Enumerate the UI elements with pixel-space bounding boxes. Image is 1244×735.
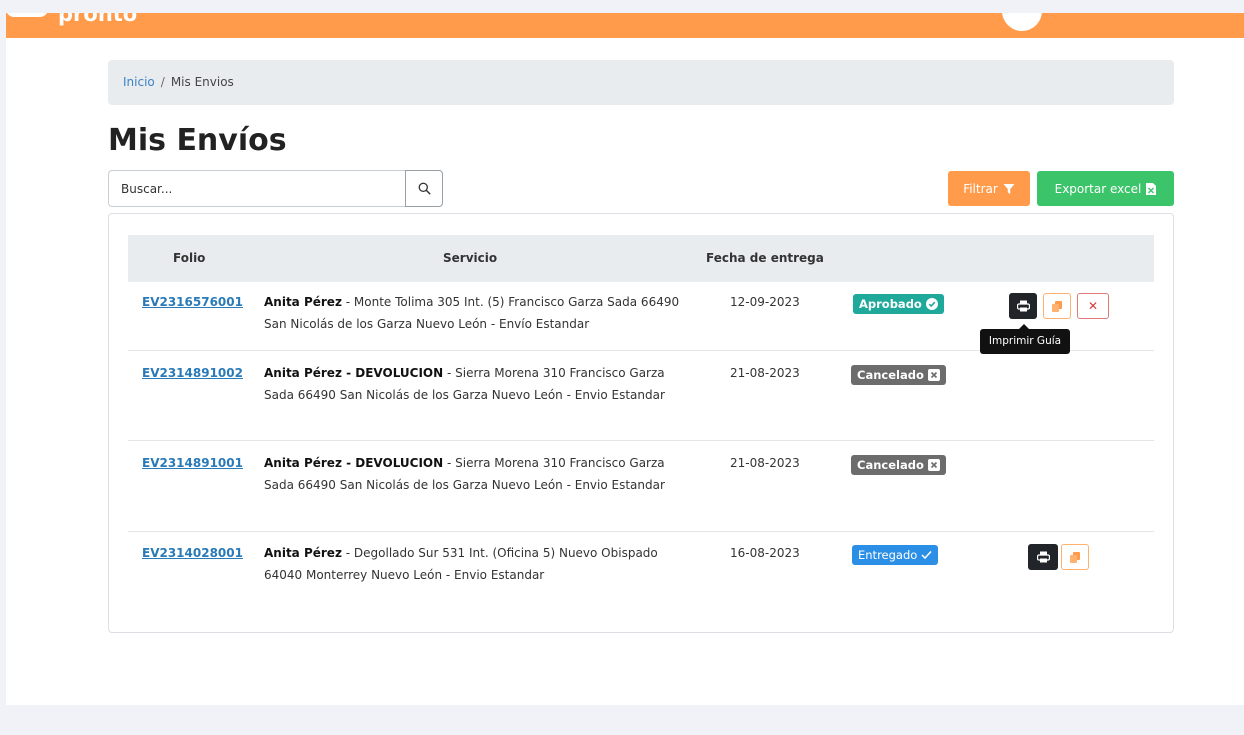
brand-logo[interactable]: pronto bbox=[58, 13, 137, 26]
export-excel-button[interactable]: Exportar excel bbox=[1037, 171, 1174, 206]
user-avatar[interactable] bbox=[1002, 13, 1042, 31]
service-cell: Anita Pérez - Degollado Sur 531 Int. (Of… bbox=[264, 542, 689, 586]
print-label-button[interactable] bbox=[1028, 544, 1058, 570]
page-title: Mis Envíos bbox=[108, 123, 287, 158]
table-row: EV2314891001 Anita Pérez - DEVOLUCION - … bbox=[128, 441, 1154, 532]
delivery-date: 21-08-2023 bbox=[730, 366, 800, 380]
column-header-folio: Folio bbox=[173, 251, 206, 265]
delivery-date: 21-08-2023 bbox=[730, 456, 800, 470]
print-tooltip: Imprimir Guía bbox=[980, 324, 1070, 354]
search-group bbox=[108, 170, 443, 207]
folio-link[interactable]: EV2316576001 bbox=[142, 295, 243, 309]
cancel-shipment-button[interactable]: ✕ bbox=[1077, 293, 1109, 319]
x-square-icon bbox=[927, 369, 940, 381]
copy-icon bbox=[1052, 300, 1062, 312]
copy-icon bbox=[1070, 551, 1080, 563]
recipient-name: Anita Pérez - DEVOLUCION bbox=[264, 456, 444, 470]
breadcrumb-current: Mis Envios bbox=[170, 75, 234, 89]
page: pronto Inicio / Mis Envios Mis Envíos Filt… bbox=[6, 13, 1244, 705]
status-label: Cancelado bbox=[857, 458, 924, 472]
filter-button[interactable]: Filtrar bbox=[948, 171, 1030, 206]
folio-link[interactable]: EV2314028001 bbox=[142, 546, 243, 560]
status-badge: Aprobado bbox=[853, 294, 944, 314]
breadcrumb-separator: / bbox=[160, 75, 165, 89]
breadcrumb-home-link[interactable]: Inicio bbox=[123, 75, 155, 89]
menu-toggle-button[interactable] bbox=[6, 13, 48, 17]
recipient-name: Anita Pérez - DEVOLUCION bbox=[264, 366, 444, 380]
breadcrumb: Inicio / Mis Envios bbox=[108, 60, 1174, 105]
close-icon: ✕ bbox=[1087, 299, 1099, 313]
search-button[interactable] bbox=[405, 170, 443, 207]
copy-button[interactable] bbox=[1043, 293, 1071, 319]
recipient-name: Anita Pérez bbox=[264, 295, 342, 309]
status-badge: Entregado bbox=[852, 545, 939, 565]
column-header-service: Servicio bbox=[443, 251, 498, 265]
check-icon bbox=[921, 550, 932, 560]
search-input[interactable] bbox=[108, 170, 405, 207]
status-label: Entregado bbox=[858, 548, 918, 562]
filter-button-label: Filtrar bbox=[963, 181, 998, 196]
recipient-name: Anita Pérez bbox=[264, 546, 342, 560]
excel-file-icon bbox=[1146, 182, 1157, 195]
status-label: Cancelado bbox=[857, 368, 924, 382]
printer-icon bbox=[1036, 551, 1050, 563]
delivery-date: 16-08-2023 bbox=[730, 546, 800, 560]
shipments-card: Folio Servicio Fecha de entrega EV231657… bbox=[108, 213, 1174, 633]
table-header: Folio Servicio Fecha de entrega bbox=[128, 235, 1154, 282]
search-icon bbox=[418, 182, 431, 195]
folio-link[interactable]: EV2314891001 bbox=[142, 456, 243, 470]
x-square-icon bbox=[927, 459, 940, 471]
copy-button[interactable] bbox=[1061, 544, 1089, 570]
print-label-button[interactable] bbox=[1009, 293, 1037, 319]
table-row: EV2314028001 Anita Pérez - Degollado Sur… bbox=[128, 532, 1154, 602]
export-button-label: Exportar excel bbox=[1054, 181, 1142, 196]
funnel-icon bbox=[1003, 183, 1015, 194]
folio-link[interactable]: EV2314891002 bbox=[142, 366, 243, 380]
status-badge: Cancelado bbox=[851, 455, 946, 475]
check-circle-icon bbox=[925, 298, 938, 310]
column-header-date: Fecha de entrega bbox=[706, 251, 824, 265]
printer-icon bbox=[1016, 300, 1030, 312]
status-label: Aprobado bbox=[859, 297, 922, 311]
table-row: EV2314891002 Anita Pérez - DEVOLUCION - … bbox=[128, 351, 1154, 441]
top-navbar: pronto bbox=[6, 13, 1244, 38]
service-cell: Anita Pérez - DEVOLUCION - Sierra Morena… bbox=[264, 362, 689, 406]
service-cell: Anita Pérez - Monte Tolima 305 Int. (5) … bbox=[264, 291, 689, 335]
status-badge: Cancelado bbox=[851, 365, 946, 385]
delivery-date: 12-09-2023 bbox=[730, 295, 800, 309]
service-cell: Anita Pérez - DEVOLUCION - Sierra Morena… bbox=[264, 452, 689, 496]
